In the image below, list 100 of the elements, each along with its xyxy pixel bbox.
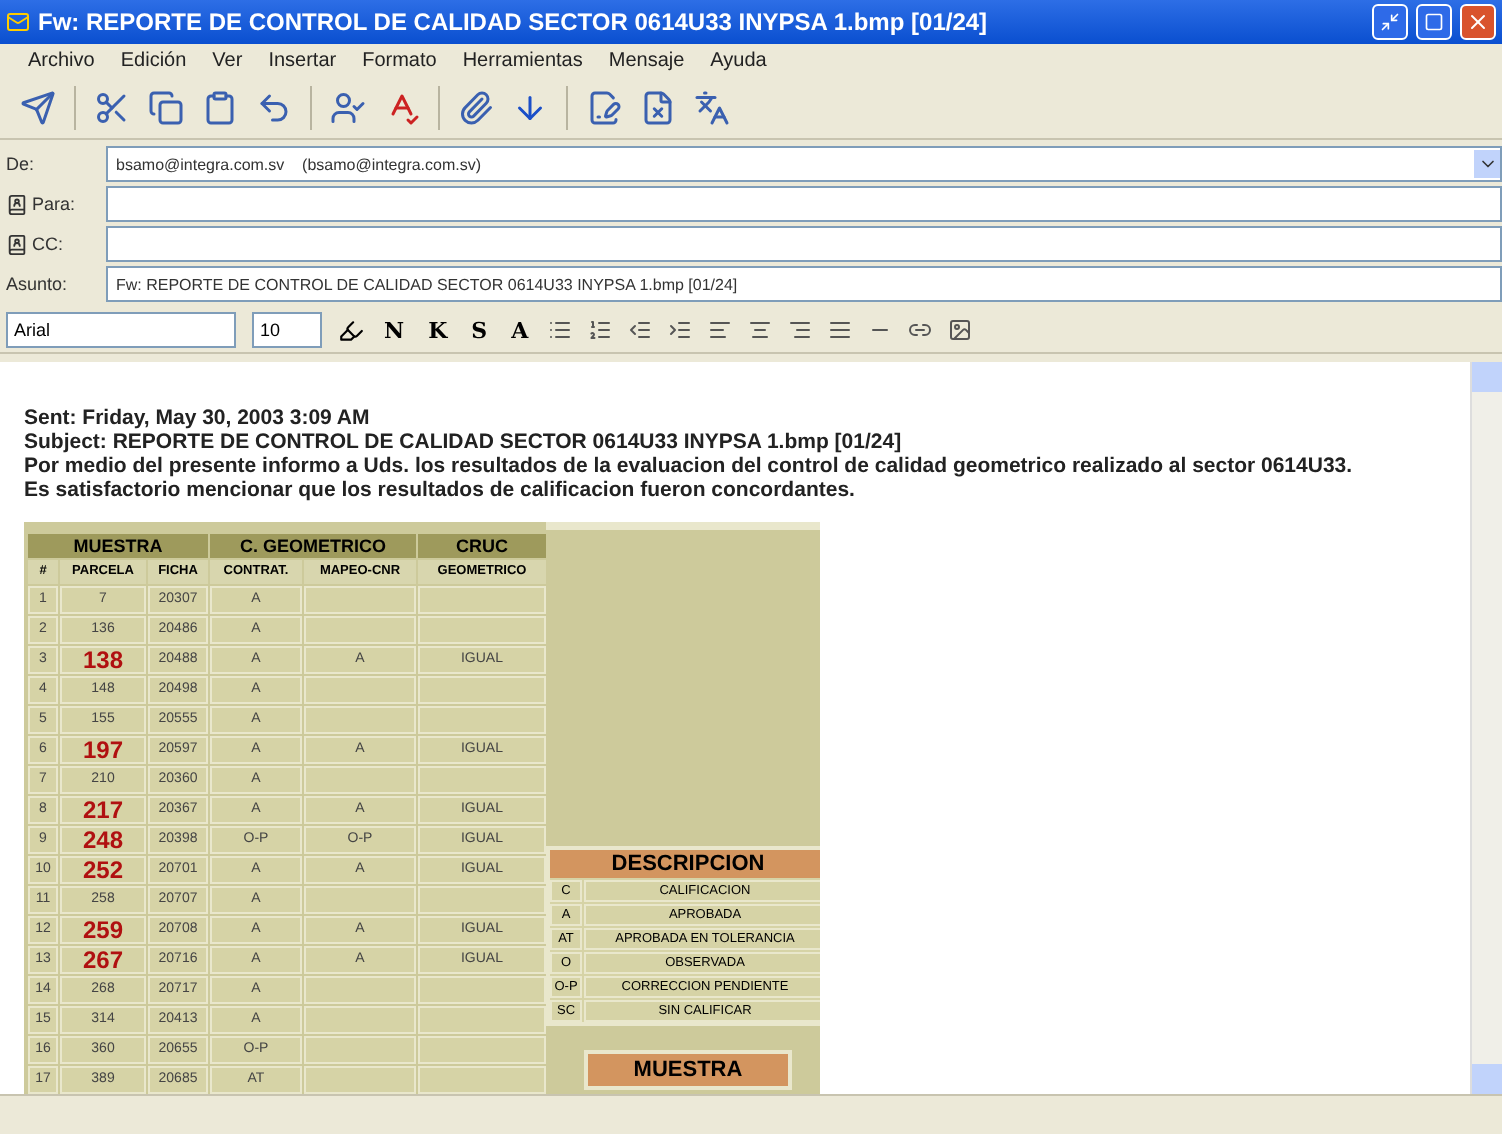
menu-item[interactable]: Edición (120, 50, 187, 72)
message-line: Por medio del presente informo a Uds. los resultados de la evaluacion del control de calidad geometrico realizado al sector 0614U33. (24, 454, 1355, 478)
close-button[interactable] (1460, 4, 1496, 40)
sample-title: MUESTRA (584, 1050, 792, 1090)
link-button[interactable] (908, 318, 933, 342)
field-label: Para: (32, 194, 76, 214)
legend-title: DESCRIPCION (550, 850, 820, 878)
priority-button[interactable] (512, 90, 548, 126)
format-button[interactable]: N (380, 317, 409, 343)
size-dropdown[interactable]: 10 (252, 312, 322, 348)
parcel-cell: 267 (60, 946, 146, 974)
menu-item[interactable]: Ayuda (710, 50, 767, 72)
outdent-icon (628, 318, 653, 342)
menu-item[interactable]: Formato (362, 50, 437, 72)
justify-icon (828, 318, 853, 342)
sender-dropdown[interactable]: bsamo@integra.com.sv (bsamo@integra.com.sv) (106, 146, 1502, 182)
image-button[interactable] (948, 318, 973, 342)
mapping-cell (304, 1036, 416, 1064)
numbered-list-button[interactable] (588, 318, 613, 342)
cut-button[interactable] (94, 90, 130, 126)
mapping-cell (304, 676, 416, 704)
indent-button[interactable] (668, 318, 693, 342)
mapping-cell (304, 616, 416, 644)
format-button[interactable]: S (467, 317, 492, 343)
font-dropdown[interactable]: Arial (6, 312, 236, 348)
copy-icon (148, 90, 184, 126)
align-center-button[interactable] (748, 318, 773, 342)
window-title: Fw: REPORTE DE CONTROL DE CALIDAD SECTOR 0614U33 INYPSA 1.bmp [01/24] (38, 8, 990, 36)
input-field[interactable]: Fw: REPORTE DE CONTROL DE CALIDAD SECTOR 0614U33 INYPSA 1.bmp [01/24] (106, 266, 1502, 302)
close-icon (1466, 10, 1490, 34)
group-header: C. GEOMETRICO (210, 534, 416, 558)
user-check-icon (330, 90, 366, 126)
geometric-cell (418, 616, 546, 644)
field-label: Asunto: (6, 274, 68, 294)
field-label: De: (6, 154, 35, 174)
parcel-cell: 259 (60, 916, 146, 944)
mapping-cell (304, 766, 416, 794)
style-button[interactable] (338, 317, 364, 343)
menu-item[interactable]: Ver (212, 50, 243, 72)
field-label: CC: (32, 234, 63, 254)
parcel-cell: 248 (60, 826, 146, 854)
language-button[interactable] (694, 90, 730, 126)
send-icon (20, 90, 56, 126)
menu-item[interactable]: Herramientas (462, 50, 583, 72)
align-right-icon (788, 318, 813, 342)
priority-icon (512, 90, 548, 126)
parcel-cell: 197 (60, 736, 146, 764)
menu-item[interactable]: Insertar (268, 50, 337, 72)
copy-button[interactable] (148, 90, 184, 126)
mapping-cell (304, 1006, 416, 1034)
input-field[interactable] (106, 226, 1502, 262)
maximize-button[interactable] (1416, 4, 1452, 40)
address-book-icon[interactable] (6, 233, 28, 255)
group-header: MUESTRA (28, 534, 208, 558)
geometric-cell (418, 676, 546, 704)
signature-icon (586, 90, 622, 126)
mail-icon (6, 10, 30, 34)
send-button[interactable] (20, 90, 56, 126)
mapping-cell (304, 586, 416, 614)
align-left-button[interactable] (708, 318, 733, 342)
parcel-cell: 252 (60, 856, 146, 884)
language-icon (694, 90, 730, 126)
geometric-cell (418, 586, 546, 614)
geometric-cell (418, 766, 546, 794)
image-icon (948, 318, 973, 342)
menu-item[interactable]: Mensaje (608, 50, 685, 72)
align-left-icon (708, 318, 733, 342)
undo-button[interactable] (256, 90, 292, 126)
user-check-button[interactable] (330, 90, 366, 126)
align-right-button[interactable] (788, 318, 813, 342)
mapping-cell (304, 886, 416, 914)
message-line: Subject: REPORTE DE CONTROL DE CALIDAD SECTOR 0614U33 INYPSA 1.bmp [01/24] (24, 430, 904, 454)
align-center-icon (748, 318, 773, 342)
scrollbar[interactable] (1470, 362, 1502, 1094)
signature-button[interactable] (586, 90, 622, 126)
minimize-icon (1380, 12, 1400, 32)
numbered-list-icon (588, 318, 613, 342)
paste-button[interactable] (202, 90, 238, 126)
geometric-cell (418, 706, 546, 734)
parcel-cell: 138 (60, 646, 146, 674)
outdent-button[interactable] (628, 318, 653, 342)
link-icon (908, 318, 933, 342)
format-button[interactable]: A (507, 317, 533, 343)
menu-item[interactable]: Archivo (28, 50, 95, 72)
mapping-cell (304, 706, 416, 734)
geometric-cell (418, 1036, 546, 1064)
cut-icon (94, 90, 130, 126)
paperclip-icon (458, 90, 494, 126)
highlighter-icon (338, 317, 364, 343)
message-line: Sent: Friday, May 30, 2003 3:09 AM (24, 406, 372, 430)
minimize-button[interactable] (1372, 4, 1408, 40)
address-book-icon[interactable] (6, 193, 28, 215)
format-button[interactable]: K (424, 317, 452, 343)
input-field[interactable] (106, 186, 1502, 222)
parcel-cell: 217 (60, 796, 146, 824)
justify-button[interactable] (828, 318, 853, 342)
group-header: CRUC (418, 534, 546, 558)
paperclip-button[interactable] (458, 90, 494, 126)
paste-icon (202, 90, 238, 126)
mapping-cell (304, 976, 416, 1004)
